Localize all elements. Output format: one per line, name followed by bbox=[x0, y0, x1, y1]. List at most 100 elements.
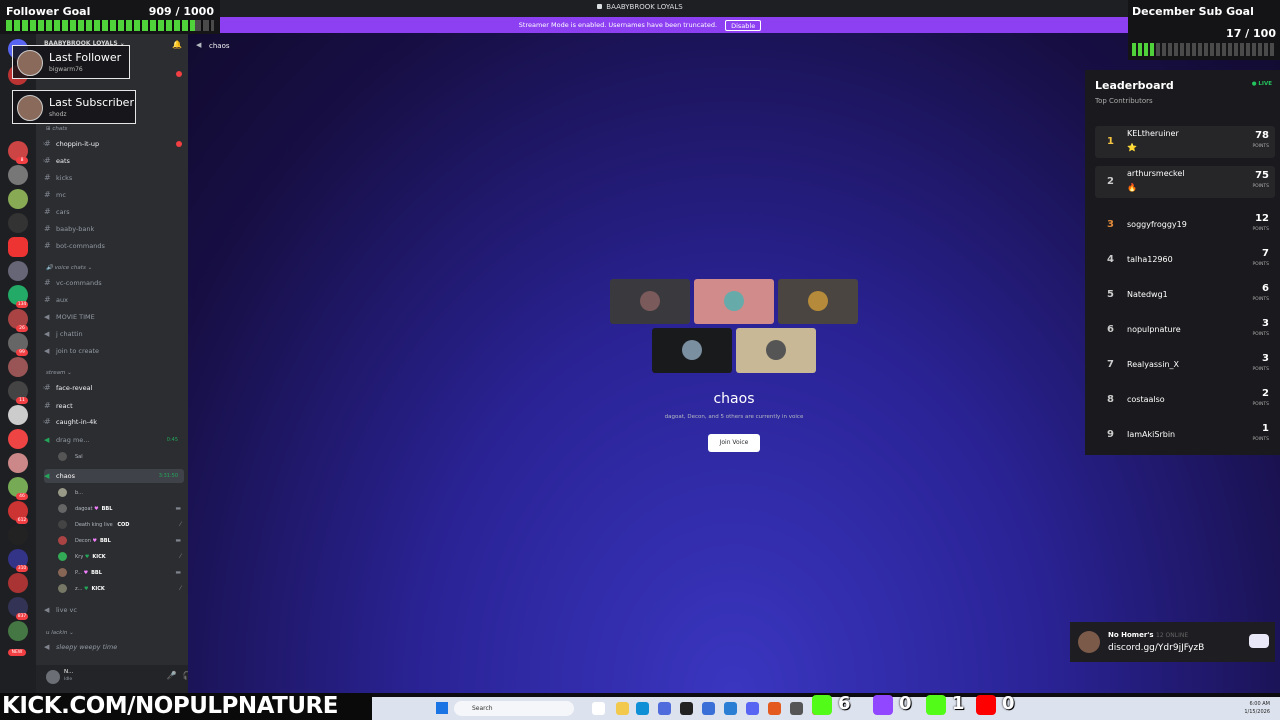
clock-date: 1/15/2026 bbox=[1244, 709, 1270, 715]
server-icon[interactable] bbox=[8, 213, 28, 233]
server-icon[interactable] bbox=[8, 261, 28, 281]
voice-user[interactable]: z... ♥ KICK bbox=[58, 582, 105, 596]
hash-icon: # bbox=[44, 383, 51, 392]
voice-time: 0:45 bbox=[166, 437, 178, 443]
voice-user[interactable]: dagoat ♥ BBL bbox=[58, 502, 112, 516]
channel-item[interactable]: # react bbox=[44, 399, 184, 413]
server-icon[interactable] bbox=[8, 525, 28, 545]
channel-item[interactable]: # kicks bbox=[44, 171, 184, 185]
voice-channel-item[interactable]: ◀ drag me... 0:45 bbox=[44, 433, 184, 447]
server-icon[interactable] bbox=[8, 237, 28, 257]
channel-item[interactable]: › # eats bbox=[43, 154, 184, 168]
channel-item[interactable]: › # caught-in-4k bbox=[43, 415, 184, 429]
obs-icon[interactable] bbox=[790, 702, 803, 715]
server-badge: 310 bbox=[16, 565, 28, 572]
expand-icon: › bbox=[43, 385, 45, 391]
server-icon[interactable] bbox=[8, 189, 28, 209]
app-icon[interactable] bbox=[724, 702, 737, 715]
server-icon[interactable] bbox=[8, 453, 28, 473]
screen: BAABYBROOK LOYALS — ▢ ✕ Streamer Mode is… bbox=[0, 0, 1280, 720]
voice-tile[interactable] bbox=[652, 328, 732, 373]
voice-channel-item[interactable]: ◀ sleepy weepy time bbox=[44, 640, 184, 654]
channel-item[interactable]: › # face-reveal bbox=[43, 381, 184, 395]
voice-tile[interactable] bbox=[778, 279, 858, 324]
voice-channel-chaos[interactable]: ◀ chaos 3:31:50 bbox=[44, 469, 184, 483]
channel-item[interactable]: # aux bbox=[44, 293, 184, 307]
server-icon[interactable] bbox=[8, 165, 28, 185]
server-icon[interactable] bbox=[8, 357, 28, 377]
voice-user[interactable]: Sal bbox=[58, 450, 83, 464]
voice-channel-item[interactable]: ◀ live vc bbox=[44, 603, 184, 617]
voice-tile[interactable] bbox=[694, 279, 774, 324]
banner-text: Streamer Mode is enabled. Usernames have… bbox=[518, 21, 718, 29]
category-stream[interactable]: stream ⌄ bbox=[46, 370, 72, 376]
sub-goal-overlay: December Sub Goal 17 / 100 bbox=[1128, 0, 1280, 60]
channel-item[interactable]: # baaby-bank bbox=[44, 222, 184, 236]
channel-label: join to create bbox=[56, 347, 99, 355]
new-badge: NEW bbox=[8, 649, 26, 656]
expand-icon: › bbox=[43, 141, 45, 147]
app-icon[interactable] bbox=[658, 702, 671, 715]
server-icon[interactable] bbox=[8, 405, 28, 425]
channel-item[interactable]: › # choppin-it-up bbox=[43, 137, 184, 151]
app-icon[interactable] bbox=[702, 702, 715, 715]
voice-user-name: dagoat bbox=[75, 506, 93, 512]
voice-user[interactable]: Death king live COD bbox=[58, 518, 129, 532]
taskbar-search[interactable]: Search bbox=[454, 701, 574, 716]
avatar bbox=[640, 291, 660, 311]
server-rail: 2 8 134 26 99 11 46 612 310 837 NEW bbox=[0, 33, 36, 693]
voice-user[interactable]: Kry ♥ KICK bbox=[58, 550, 106, 564]
promo-invite-link: discord.gg/Ydr9jJFyzB bbox=[1108, 643, 1205, 653]
voice-user-name: Decon bbox=[75, 538, 91, 544]
discord-promo: No Homer's 12 ONLINE discord.gg/Ydr9jJFy… bbox=[1070, 622, 1275, 662]
folder-icon[interactable] bbox=[616, 702, 629, 715]
disable-streamer-mode-button[interactable]: Disable bbox=[725, 19, 762, 31]
server-badge: 99 bbox=[16, 349, 28, 356]
avatar[interactable] bbox=[46, 670, 60, 684]
discord-icon[interactable] bbox=[746, 702, 759, 715]
muted-icon: ⁄ bbox=[179, 585, 181, 592]
channel-item[interactable]: # cars bbox=[44, 205, 184, 219]
speaker-icon: ◀ bbox=[44, 436, 50, 444]
channel-item[interactable]: # mc bbox=[44, 188, 184, 202]
server-icon[interactable] bbox=[8, 573, 28, 593]
voice-channel-item[interactable]: ◀ join to create bbox=[44, 344, 184, 358]
app-icon[interactable] bbox=[592, 702, 605, 715]
voice-user[interactable]: Decon ♥ BBL bbox=[58, 534, 111, 548]
edge-icon[interactable] bbox=[636, 702, 649, 715]
category-chats[interactable]: ⊞ chats bbox=[46, 126, 67, 132]
last-follower-overlay: Last Follower bigwarm76 bbox=[12, 45, 130, 79]
avatar bbox=[17, 50, 43, 76]
voice-tile[interactable] bbox=[610, 279, 690, 324]
channel-item[interactable]: # vc-commands bbox=[44, 276, 184, 290]
leaderboard-name: soggyfroggy19 bbox=[1127, 220, 1187, 229]
app-icon[interactable] bbox=[768, 702, 781, 715]
speaker-icon: ◀ bbox=[44, 347, 50, 355]
channel-item[interactable]: # bot-commands bbox=[44, 239, 184, 253]
voice-channel-item[interactable]: ◀ j chattin bbox=[44, 327, 184, 341]
leaderboard-name: arthursmeckel bbox=[1127, 169, 1185, 178]
join-voice-button[interactable]: Join Voice bbox=[708, 434, 760, 452]
voice-tile[interactable] bbox=[736, 328, 816, 373]
microphone-icon[interactable]: 🎤 bbox=[167, 671, 183, 680]
windows-start-icon[interactable] bbox=[436, 702, 448, 714]
voice-user[interactable]: P... ♥ BBL bbox=[58, 566, 102, 580]
leaderboard-row: 5 Natedwg1 6 POINTS bbox=[1095, 279, 1275, 311]
voice-channel-item[interactable]: ◀ MOVIE TIME bbox=[44, 310, 184, 324]
leaderboard-points: 1 bbox=[1262, 423, 1269, 434]
category-label: stream bbox=[46, 370, 66, 376]
category-voice-chats[interactable]: 🔊 voice chats ⌄ bbox=[46, 265, 92, 271]
channel-label: bot-commands bbox=[56, 242, 105, 250]
taskbar-clock[interactable]: 6:00 AM 1/15/2026 bbox=[1244, 700, 1270, 716]
server-icon[interactable] bbox=[8, 429, 28, 449]
notification-bell-icon[interactable]: 🔔 bbox=[172, 40, 182, 49]
voice-user[interactable]: b... bbox=[58, 486, 83, 500]
app-icon[interactable] bbox=[680, 702, 693, 715]
leaderboard-points-label: POINTS bbox=[1252, 437, 1269, 442]
avatar bbox=[58, 536, 67, 545]
category-u-lackin[interactable]: u lackin ⌄ bbox=[46, 630, 74, 636]
leaderboard-points-label: POINTS bbox=[1252, 227, 1269, 232]
leaderboard-rank: 2 bbox=[1107, 176, 1114, 187]
server-icon[interactable] bbox=[8, 621, 28, 641]
social-count: 0 bbox=[899, 693, 912, 714]
